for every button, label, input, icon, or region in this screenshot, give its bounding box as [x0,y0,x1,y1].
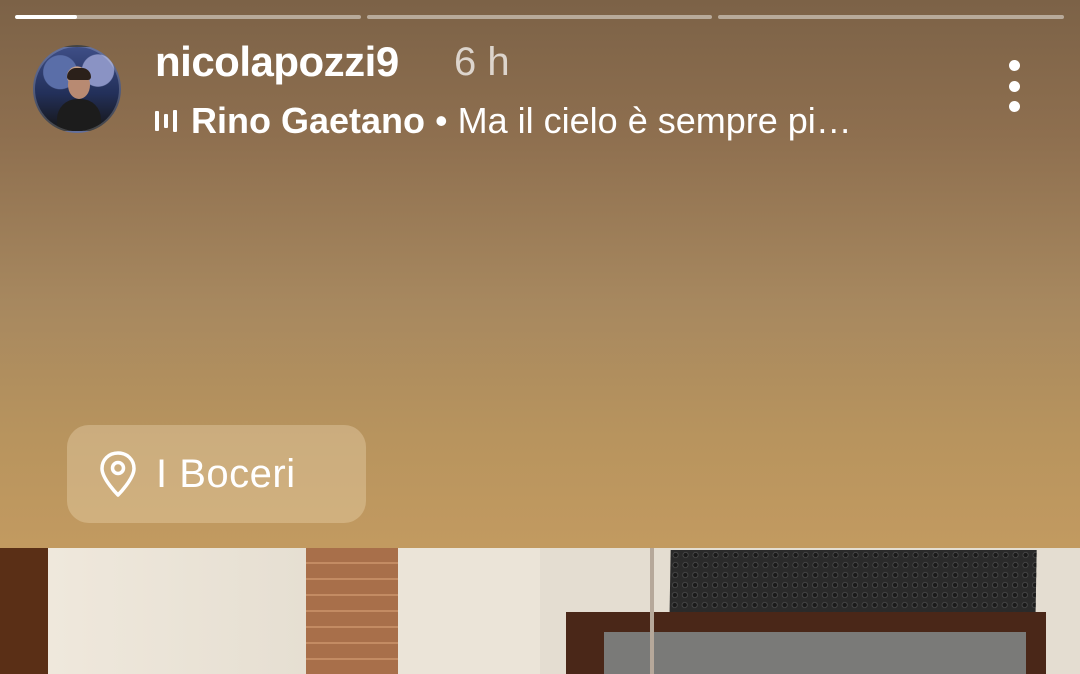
progress-segment [15,15,361,19]
more-vertical-icon[interactable] [996,60,1032,112]
music-song-title: Ma il cielo è sempre pi… [457,100,852,141]
progress-segment [366,15,713,19]
location-label: I Boceri [156,451,296,496]
username[interactable]: nicolapozzi9 [155,38,399,86]
music-bars-icon [155,108,177,134]
story-viewer[interactable]: nicolapozzi9 6 h Rino Gaetano • Ma il ci… [0,0,1080,674]
story-progress-bar [15,15,1065,19]
story-photo [0,548,1080,674]
location-pin-icon [100,451,136,497]
progress-segment [718,15,1065,19]
avatar[interactable] [33,45,121,133]
location-sticker[interactable]: I Boceri [67,425,366,523]
music-separator: • [435,100,448,141]
music-artist: Rino Gaetano [191,100,426,141]
music-attribution[interactable]: Rino Gaetano • Ma il cielo è sempre pi… [155,100,852,142]
post-time: 6 h [454,40,510,84]
